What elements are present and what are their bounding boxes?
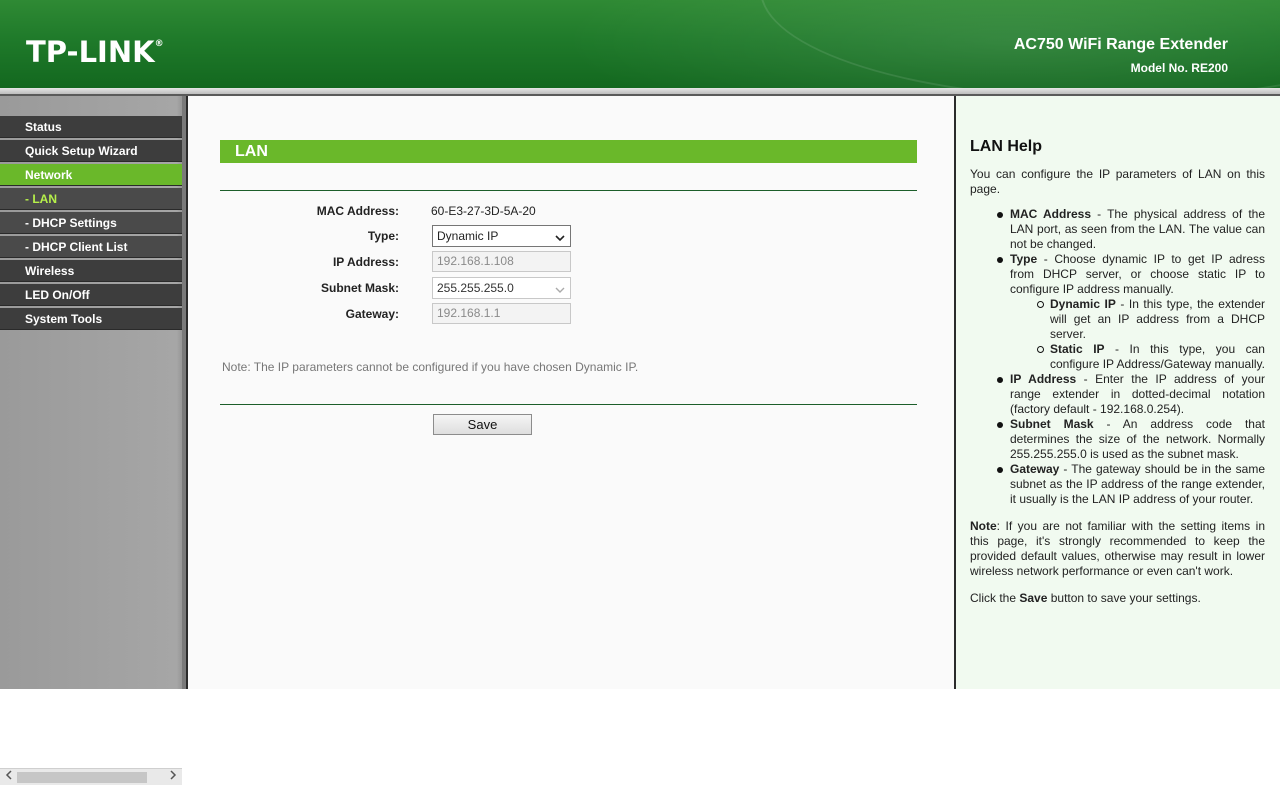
help-item-gateway: Gateway - The gateway should be in the s…	[997, 462, 1265, 506]
type-label: Type:	[367, 229, 399, 243]
help-item-type: Type - Choose dynamic IP to get IP adres…	[997, 252, 1266, 372]
main-panel: LAN MAC Address: 60-E3-27-3D-5A-20 Type:…	[186, 96, 954, 689]
dynamic-ip-note: Note: The IP parameters cannot be config…	[222, 360, 639, 374]
header-banner: TP-LINK® AC750 WiFi Range Extender Model…	[0, 0, 1280, 88]
mac-address-label: MAC Address:	[316, 204, 399, 218]
help-item-ip-address: IP Address - Enter the IP address of you…	[997, 372, 1265, 416]
help-item-static-ip: Static IP - In this type, you can config…	[1037, 342, 1266, 371]
subnet-mask-label: Subnet Mask:	[320, 281, 399, 295]
type-select-value: Dynamic IP	[437, 229, 499, 243]
sidebar-menu: Status Quick Setup Wizard Network - LAN …	[0, 116, 182, 332]
sidebar-item-dhcp-client-list[interactable]: - DHCP Client List	[0, 236, 182, 258]
type-select[interactable]: Dynamic IP	[432, 225, 571, 247]
ip-address-field[interactable]: 192.168.1.108	[432, 251, 571, 272]
page-title: LAN	[220, 140, 917, 163]
help-title: LAN Help	[970, 138, 1042, 155]
gateway-label: Gateway:	[345, 307, 399, 321]
save-button[interactable]: Save	[433, 414, 532, 435]
sidebar-item-lan[interactable]: - LAN	[0, 188, 182, 210]
help-sublist: Dynamic IP - In this type, the extender …	[1010, 297, 1265, 372]
help-panel: LAN Help You can configure the IP parame…	[954, 96, 1280, 689]
product-name: AC750 WiFi Range Extender	[1013, 36, 1228, 53]
help-item-mac: MAC Address - The physical address of th…	[997, 207, 1265, 251]
help-item-dynamic-ip: Dynamic IP - In this type, the extender …	[1037, 297, 1265, 341]
mac-address-row: MAC Address: 60-E3-27-3D-5A-20	[220, 200, 917, 222]
help-item-subnet-mask: Subnet Mask - An address code that deter…	[997, 417, 1265, 461]
ip-address-label: IP Address:	[332, 255, 399, 269]
subnet-mask-row: Subnet Mask: 255.255.255.0	[220, 277, 917, 299]
divider-bottom	[220, 404, 917, 405]
chevron-down-icon	[555, 282, 565, 294]
subnet-mask-select[interactable]: 255.255.255.0	[432, 277, 571, 299]
sidebar: Status Quick Setup Wizard Network - LAN …	[0, 96, 186, 785]
model-number: Model No. RE200	[1130, 61, 1228, 75]
help-list: MAC Address - The physical address of th…	[970, 207, 1265, 507]
chevron-right-icon[interactable]	[166, 770, 180, 784]
sidebar-item-led-on-off[interactable]: LED On/Off	[0, 284, 182, 306]
sidebar-item-dhcp-settings[interactable]: - DHCP Settings	[0, 212, 182, 234]
help-note: Note: If you are not familiar with the s…	[970, 519, 1265, 578]
sidebar-horizontal-scrollbar[interactable]	[0, 768, 182, 785]
mac-address-value: 60-E3-27-3D-5A-20	[431, 204, 536, 218]
sidebar-item-network[interactable]: Network	[0, 164, 182, 186]
sidebar-item-status[interactable]: Status	[0, 116, 182, 138]
gateway-field[interactable]: 192.168.1.1	[432, 303, 571, 324]
divider-top	[220, 190, 917, 191]
tp-link-logo: TP-LINK®	[26, 35, 164, 69]
chevron-down-icon	[555, 230, 565, 242]
subnet-mask-value: 255.255.255.0	[437, 281, 514, 295]
scrollbar-thumb[interactable]	[17, 772, 147, 783]
type-row: Type: Dynamic IP	[220, 225, 917, 247]
ip-address-row: IP Address: 192.168.1.108	[220, 251, 917, 273]
chevron-left-icon[interactable]	[2, 770, 16, 784]
help-save-instruction: Click the Save button to save your setti…	[970, 591, 1201, 605]
sidebar-item-quick-setup-wizard[interactable]: Quick Setup Wizard	[0, 140, 182, 162]
sidebar-item-wireless[interactable]: Wireless	[0, 260, 182, 282]
gateway-row: Gateway: 192.168.1.1	[220, 303, 917, 325]
help-intro: You can configure the IP parameters of L…	[970, 167, 1265, 196]
sidebar-item-system-tools[interactable]: System Tools	[0, 308, 182, 330]
